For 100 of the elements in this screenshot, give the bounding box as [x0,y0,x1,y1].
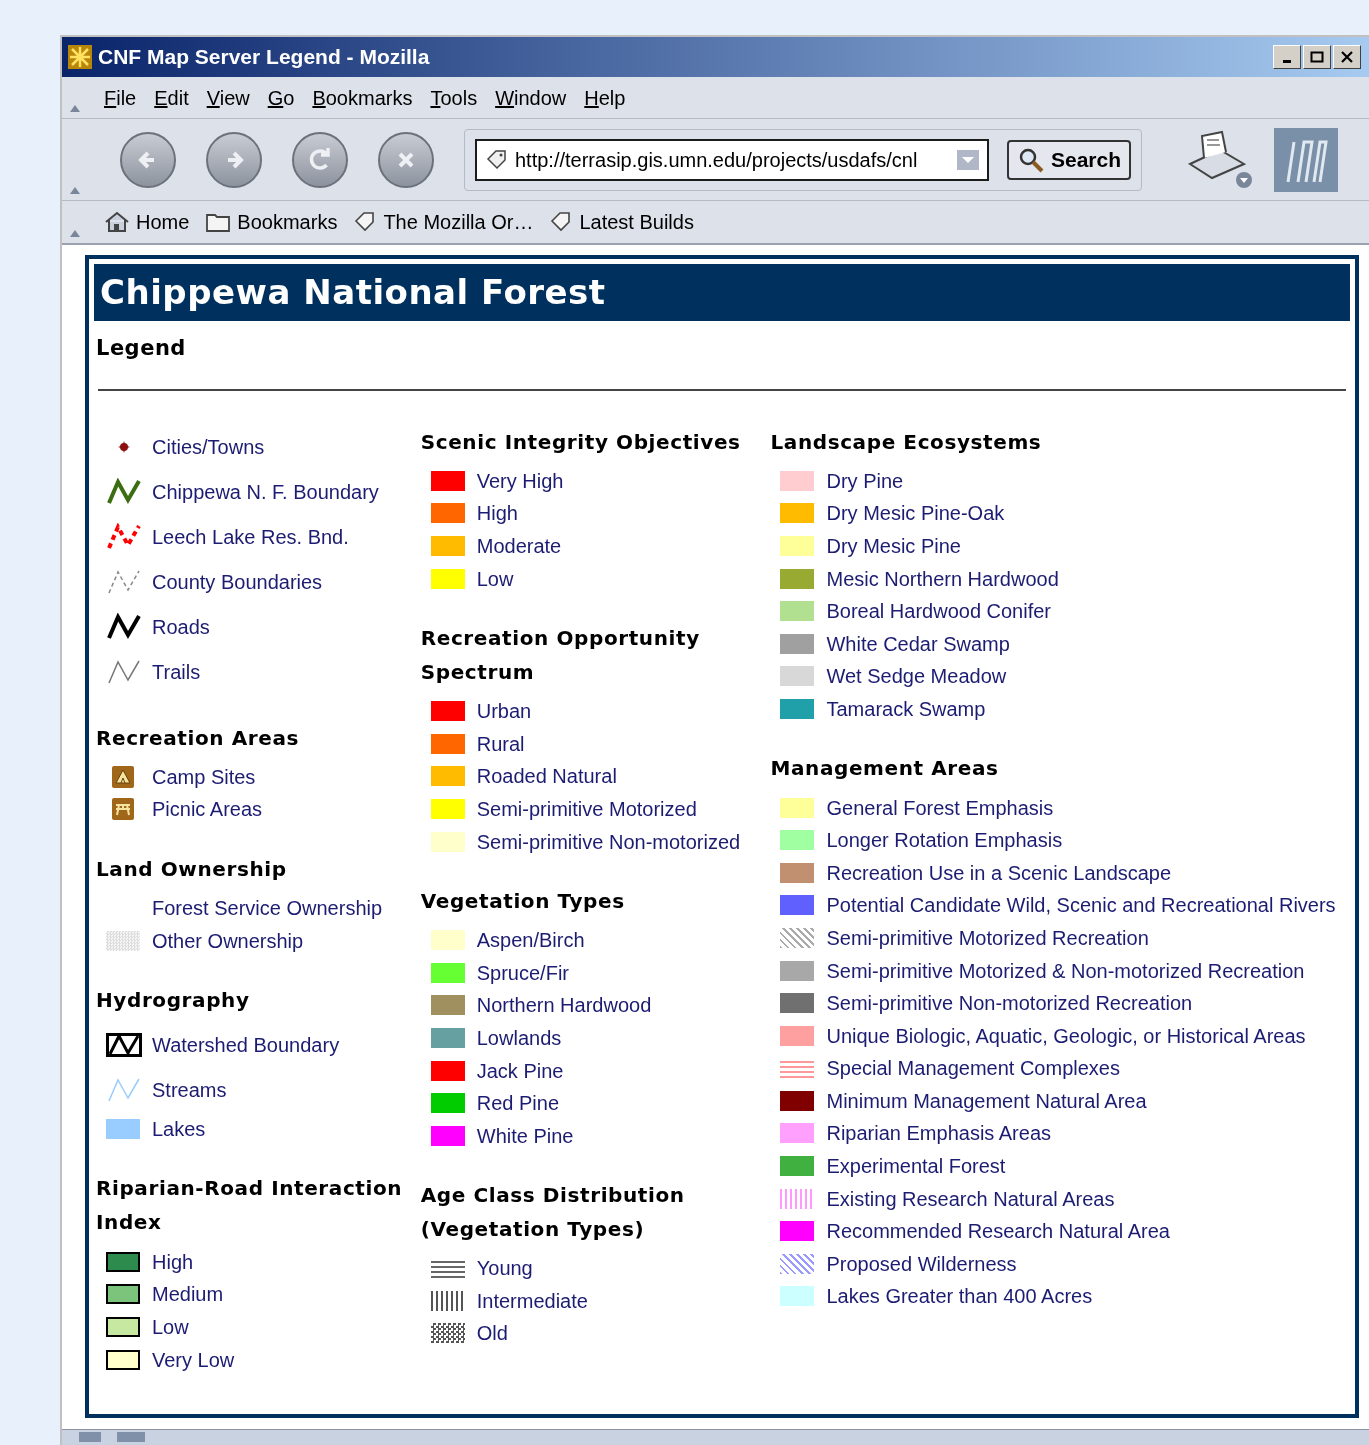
toolbar-grip-icon[interactable] [70,104,80,112]
section-heading: Landscape Ecosystems [770,428,1043,456]
legend-label: Existing Research Natural Areas [826,1186,1115,1212]
legend-label: Tamarack Swamp [826,696,986,722]
legend-label: Jack Pine [476,1058,564,1084]
legend-label: Leech Lake Res. Bnd. [152,525,349,550]
legend-label: Other Ownership [152,928,304,954]
legend-label: Proposed Wilderness [826,1251,1017,1277]
legend-label: Cities/Towns [152,435,265,460]
legend-label: Watershed Boundary [152,1033,340,1059]
legend-label: Aspen/Birch [476,928,585,954]
bookmark-toolbar-item[interactable]: Home [104,207,190,237]
menu-item[interactable]: Tools [430,82,478,113]
legend-label: Northern Hardwood [476,993,652,1019]
menu-item[interactable]: Go [267,82,295,113]
close-icon [1340,51,1354,63]
legend-label: Potential Candidate Wild, Scenic and Recreational Rivers [826,893,1336,919]
reload-button[interactable] [292,131,348,188]
legend-label: Roaded Natural [476,764,617,790]
section-heading: Hydrography [96,986,251,1014]
legend-label: Very Low [152,1347,235,1373]
app-icon [68,45,92,69]
menu-item[interactable]: Window [495,82,567,113]
legend-label: High [476,501,518,527]
legend-label: Riparian Emphasis Areas [826,1121,1052,1147]
home-icon [104,211,130,233]
window-title: CNF Map Server Legend - Mozilla [98,44,431,71]
legend-label: Lakes [152,1117,206,1143]
bookmark-toolbar-item[interactable]: Bookmarks [205,207,338,237]
legend-label: Intermediate [476,1288,588,1314]
menu-item[interactable]: Help [584,82,626,113]
menu-item[interactable]: File [104,82,137,113]
legend-label: Experimental Forest [826,1154,1006,1180]
legend-label: Trails [152,660,201,685]
menu-item[interactable]: Bookmarks [312,82,413,113]
maximize-button[interactable] [1303,45,1331,69]
legend-label: Forest Service Ownership [152,896,383,921]
legend-label: Semi-primitive Non-motorized Recreation [826,991,1193,1017]
search-button[interactable]: Search [1007,139,1132,180]
maximize-icon [1310,51,1324,63]
legend-label: Semi-primitive Motorized [476,796,697,822]
legend-label: Recreation Use in a Scenic Landscape [826,860,1172,886]
minimize-icon [1283,59,1291,63]
forward-button[interactable] [206,131,262,188]
section-heading: Recreation Areas [96,724,300,752]
legend-label: Wet Sedge Meadow [826,664,1007,690]
legend-label: Minimum Management Natural Area [826,1088,1147,1114]
legend-label: Mesic Northern Hardwood [826,566,1059,592]
bookmark-toolbar-item[interactable]: The Mozilla Or… [353,207,534,237]
legend-label: Rural [476,731,525,757]
legend-subtitle: Legend [96,335,186,362]
legend-label: General Forest Emphasis [826,795,1054,821]
legend-label: Boreal Hardwood Conifer [826,599,1052,625]
close-button[interactable] [1333,45,1361,69]
legend-label: Very High [476,468,564,494]
section-heading: Land Ownership [96,855,288,883]
legend-label: Camp Sites [152,764,256,790]
legend-label: Longer Rotation Emphasis [826,828,1063,854]
legend-label: Unique Biologic, Aquatic, Geologic, or Historical Areas [826,1023,1306,1049]
page-title: Chippewa National Forest [100,271,606,314]
legend-label: Streams [152,1078,227,1104]
menu-item[interactable]: View [206,82,250,113]
legend-label: Chippewa N. F. Boundary [152,480,379,505]
legend-label: Young [476,1256,533,1282]
section-heading: Vegetation Types [420,887,626,915]
toolbar-grip-icon[interactable] [70,229,80,237]
legend-label: White Pine [476,1123,574,1149]
legend-label: Lowlands [476,1025,562,1051]
minimize-button[interactable] [1273,45,1301,69]
legend-label: Red Pine [476,1091,560,1117]
bookmark-toolbar-item[interactable]: Latest Builds [549,207,694,237]
back-button[interactable] [120,131,176,188]
legend-label: Recommended Research Natural Area [826,1219,1170,1245]
legend-label: Lakes Greater than 400 Acres [826,1284,1093,1310]
legend-label: White Cedar Swamp [826,631,1010,657]
section-heading: Scenic Integrity Objectives [420,428,742,456]
menu-item[interactable]: Edit [154,82,189,113]
legend-label: Low [476,566,514,592]
legend-label: Semi-primitive Motorized Recreation [826,925,1149,951]
legend-label: Spruce/Fir [476,960,569,986]
legend-label: Dry Pine [826,468,904,494]
legend-label: Dry Mesic Pine-Oak [826,501,1005,527]
toolbar-grip-icon[interactable] [70,186,80,194]
folder-icon [205,211,232,233]
legend-label: Old [476,1321,508,1347]
legend-label: Urban [476,699,532,725]
legend-label: Special Management Complexes [826,1056,1120,1082]
legend-label: High [152,1249,194,1275]
section-heading: Recreation Opportunity Spectrum [420,624,701,686]
bookmark-icon [485,148,507,171]
legend-label: Picnic Areas [152,797,263,823]
legend-label: Semi-primitive Non-motorized [476,829,741,855]
legend-label: Low [152,1314,189,1340]
section-heading: Age Class Distribution (Vegetation Types) [420,1182,686,1243]
legend-label: Roads [152,615,210,640]
address-field[interactable]: http://terrasip.gis.umn.edu/projects/usdafs/cnl [475,138,989,181]
stop-button[interactable] [378,131,434,188]
throbber-logo-icon [1274,127,1339,192]
section-heading: Riparian-Road Interaction Index [96,1175,404,1237]
section-heading: Management Areas [770,755,1000,783]
